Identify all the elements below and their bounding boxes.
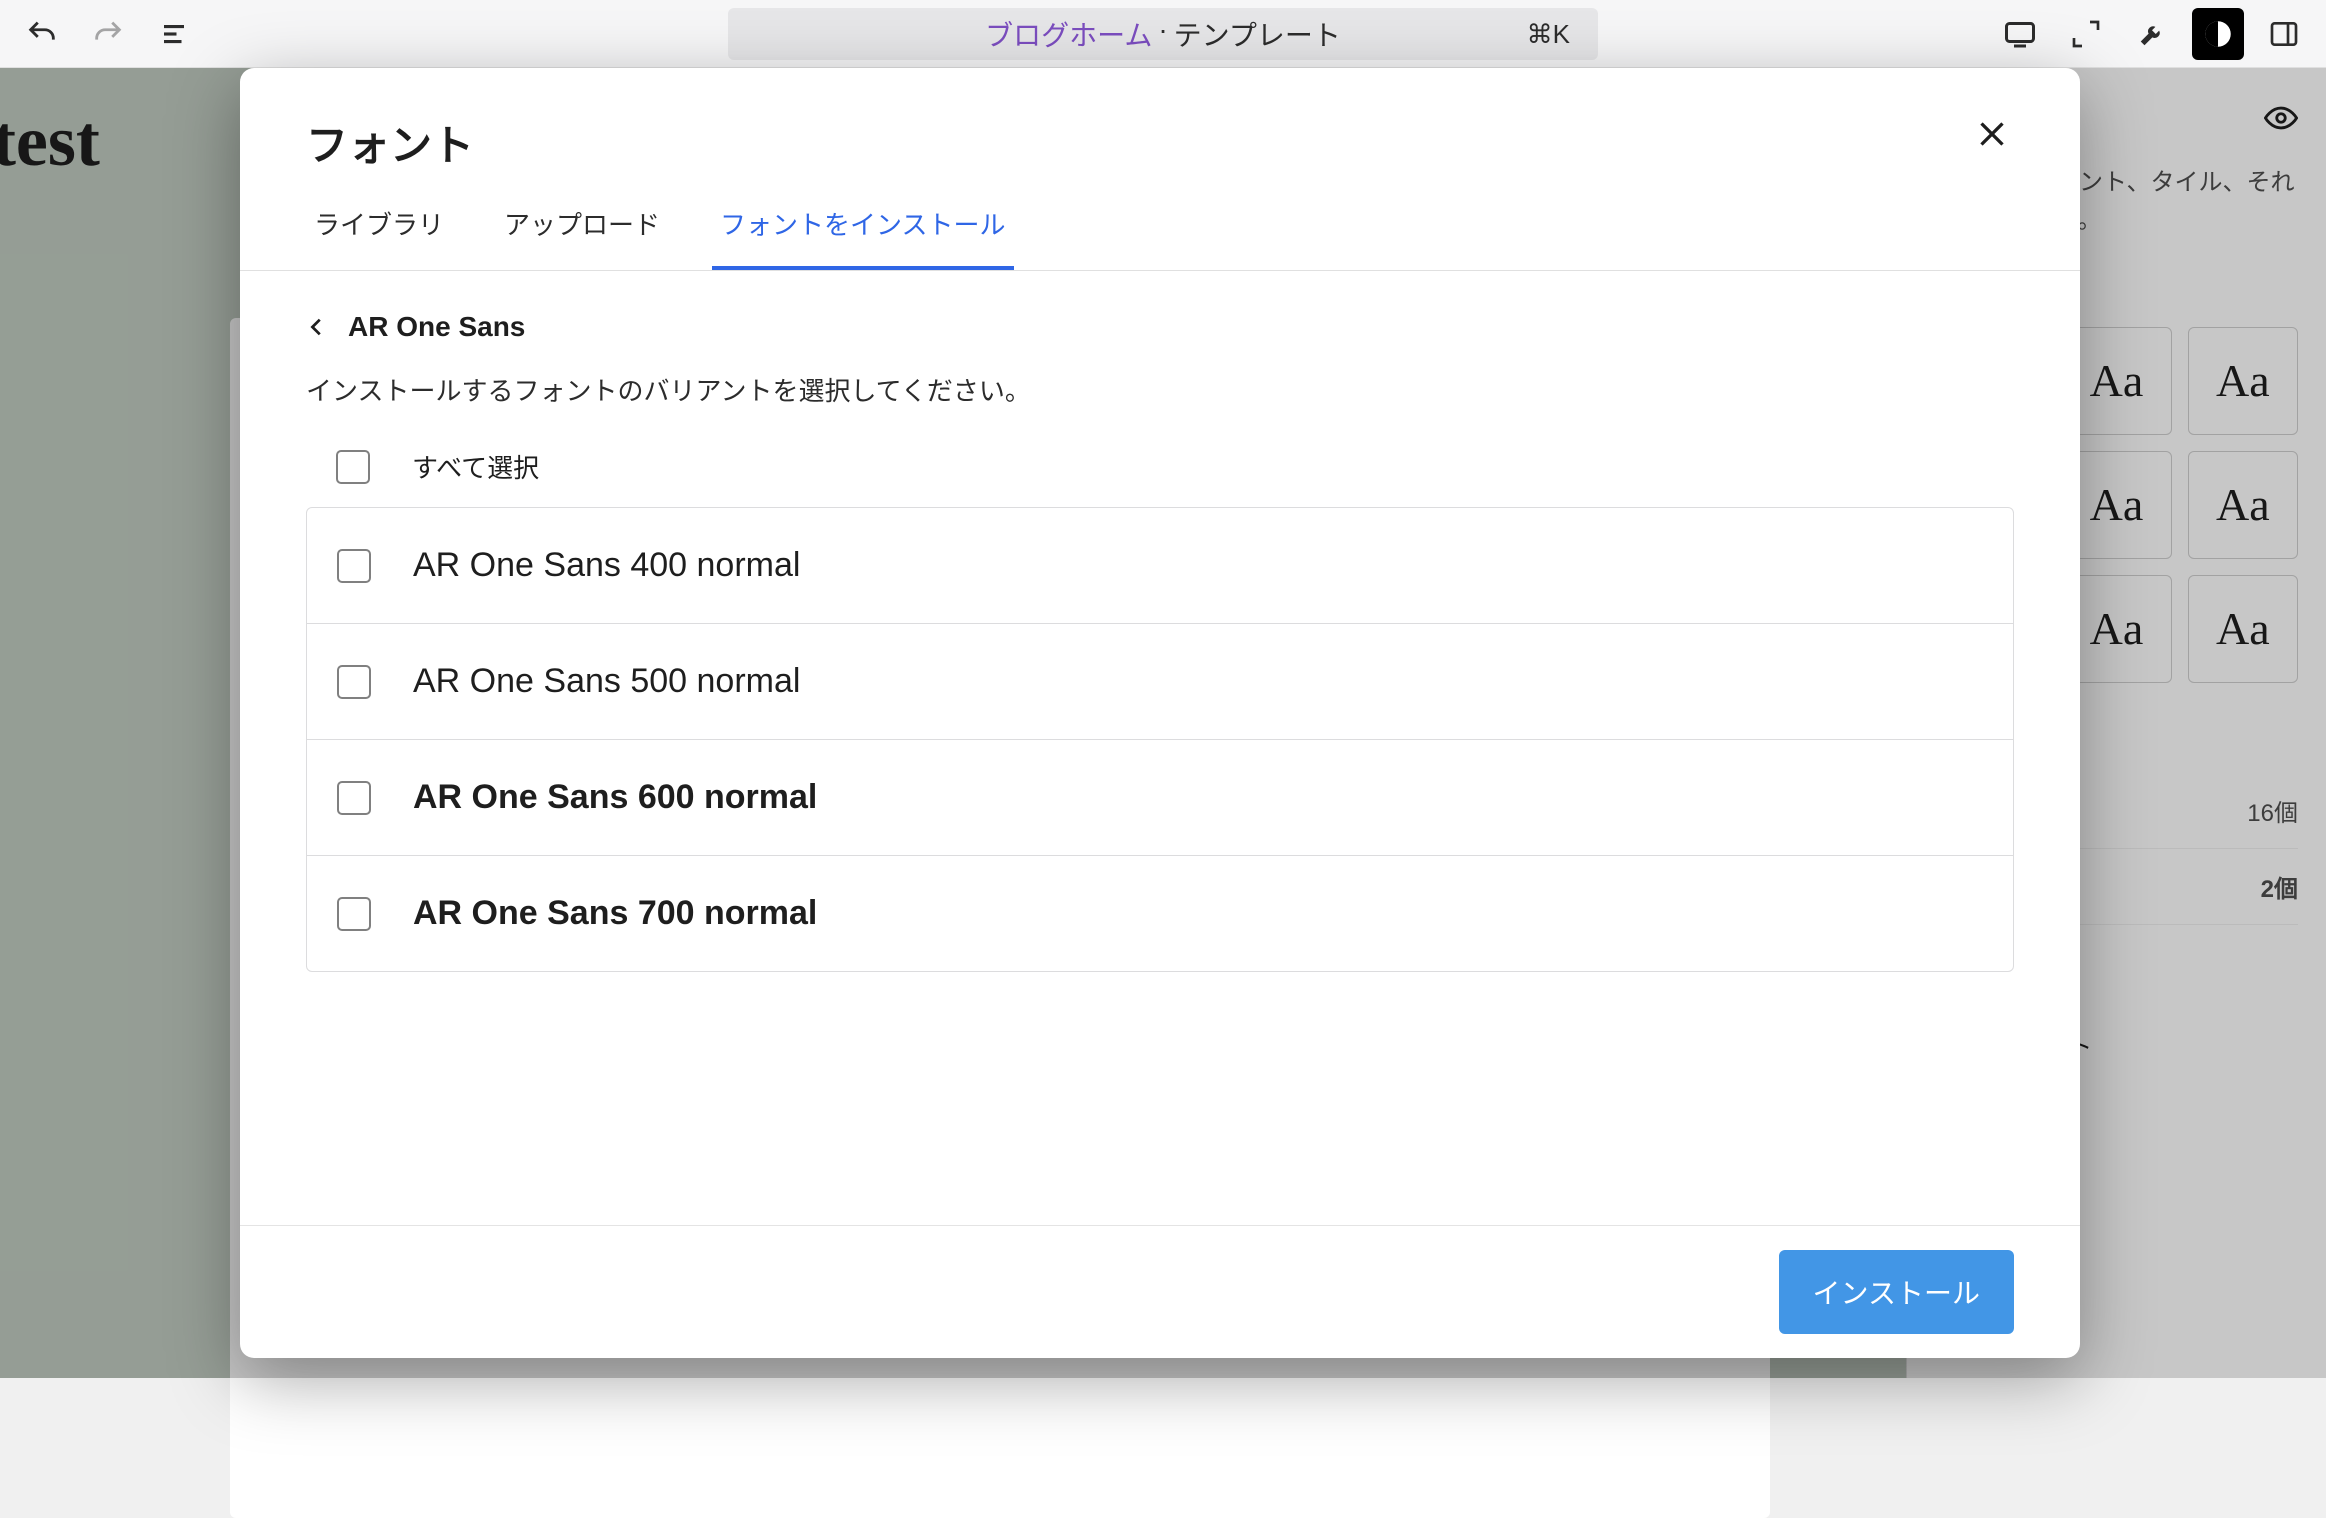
- tab-install-fonts[interactable]: フォントをインストール: [712, 205, 1013, 270]
- document-overview-button[interactable]: [148, 8, 200, 60]
- variant-label: AR One Sans 500 normal: [413, 662, 800, 701]
- variant-checkbox[interactable]: [337, 781, 371, 815]
- styles-button[interactable]: [2192, 8, 2244, 60]
- tools-button[interactable]: [2126, 8, 2178, 60]
- tab-upload[interactable]: アップロード: [496, 205, 668, 270]
- variant-checkbox[interactable]: [337, 549, 371, 583]
- install-button[interactable]: インストール: [1779, 1250, 2014, 1334]
- variant-label: AR One Sans 400 normal: [413, 546, 800, 585]
- variant-row[interactable]: AR One Sans 400 normal: [307, 508, 2013, 624]
- tab-library[interactable]: ライブラリ: [306, 205, 452, 270]
- document-title-bar[interactable]: ブログホーム · テンプレート ⌘K: [728, 8, 1598, 60]
- command-shortcut: ⌘K: [1527, 19, 1570, 50]
- variant-list: AR One Sans 400 normal AR One Sans 500 n…: [306, 507, 2014, 972]
- font-family-name: AR One Sans: [348, 311, 525, 343]
- font-modal: フォント ライブラリ アップロード フォントをインストール AR One San…: [240, 68, 2080, 1358]
- select-all-checkbox[interactable]: [336, 450, 370, 484]
- zoom-out-button[interactable]: [2060, 8, 2112, 60]
- variant-row[interactable]: AR One Sans 600 normal: [307, 740, 2013, 856]
- doc-title-template: テンプレート: [1174, 14, 1341, 54]
- instruction-text: インストールするフォントのバリアントを選択してください。: [306, 371, 2014, 408]
- doc-title-link[interactable]: ブログホーム: [985, 14, 1152, 54]
- redo-button[interactable]: [82, 8, 134, 60]
- modal-tabs: ライブラリ アップロード フォントをインストール: [240, 173, 2080, 271]
- modal-title: フォント: [306, 112, 474, 173]
- select-all-row[interactable]: すべて選択: [306, 448, 2014, 507]
- undo-button[interactable]: [16, 8, 68, 60]
- variant-label: AR One Sans 700 normal: [413, 894, 817, 933]
- chevron-left-icon: [306, 316, 328, 338]
- variant-label: AR One Sans 600 normal: [413, 778, 817, 817]
- close-button[interactable]: [1970, 112, 2014, 156]
- variant-checkbox[interactable]: [337, 897, 371, 931]
- doc-title-sep: ·: [1158, 14, 1167, 54]
- editor-topbar: ブログホーム · テンプレート ⌘K: [0, 0, 2326, 68]
- back-to-fonts[interactable]: AR One Sans: [306, 311, 2014, 343]
- variant-checkbox[interactable]: [337, 665, 371, 699]
- view-button[interactable]: [1994, 8, 2046, 60]
- select-all-label: すべて選択: [412, 448, 539, 485]
- variant-row[interactable]: AR One Sans 700 normal: [307, 856, 2013, 971]
- variant-row[interactable]: AR One Sans 500 normal: [307, 624, 2013, 740]
- settings-panel-button[interactable]: [2258, 8, 2310, 60]
